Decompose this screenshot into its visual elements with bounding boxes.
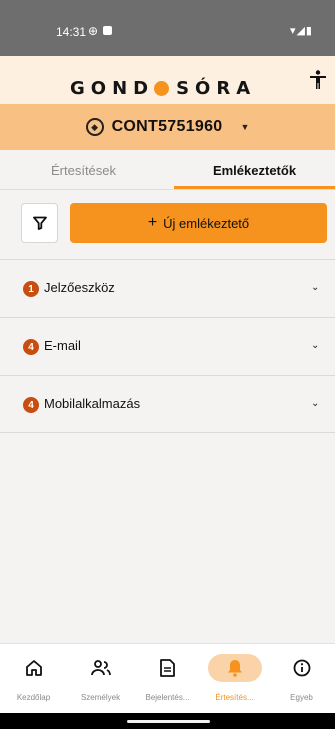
tab-bar: Értesítések Emlékeztetők	[0, 150, 335, 190]
app-logo: GOND SÓRA	[70, 76, 256, 100]
home-icon	[7, 654, 61, 682]
filter-icon	[32, 216, 47, 230]
nav-label: Kezdőlap	[16, 693, 51, 702]
accessibility-icon-svg	[310, 70, 326, 89]
nav-people[interactable]: Személyek	[67, 644, 134, 714]
people-icon	[74, 654, 128, 682]
sim-icon	[103, 26, 112, 35]
filter-button[interactable]	[21, 203, 58, 243]
count-badge: 4	[23, 339, 39, 355]
device-icon: ◆	[85, 118, 104, 136]
nav-label: Személyek	[80, 693, 121, 702]
nav-other[interactable]: Egyeb	[268, 644, 335, 714]
bell-icon	[207, 654, 262, 682]
signal-battery-icons: ▾◢▮	[289, 25, 313, 37]
vpn-icon: ⊕	[88, 24, 99, 38]
section-title: Jelzőeszköz	[44, 280, 115, 295]
status-bar: 14:31 ⊕ ▾◢▮	[0, 0, 335, 56]
chevron-down-icon: ⌄	[311, 282, 320, 293]
count-badge: 4	[23, 397, 39, 413]
count-badge: 1	[23, 281, 39, 297]
logo-dot-icon	[154, 80, 170, 96]
logo-text-right: SÓRA	[176, 77, 257, 99]
nav-label: Bejelentés...	[145, 693, 190, 702]
bottom-navigation: Kezdőlap Személyek Bejelentés... Értesít…	[0, 643, 335, 713]
tab-notifications[interactable]: Értesítések	[0, 150, 167, 190]
active-tab-indicator	[174, 186, 335, 189]
nav-reports[interactable]: Bejelentés...	[134, 644, 201, 714]
section-title: E-mail	[44, 338, 81, 353]
status-time: 14:31	[56, 25, 87, 39]
section-signal-device[interactable]: 1 Jelzőeszköz ⌄	[0, 259, 335, 317]
new-reminder-label: Új emlékeztető	[163, 215, 250, 231]
nav-home[interactable]: Kezdőlap	[0, 644, 67, 714]
new-reminder-button[interactable]: + Új emlékeztető	[70, 203, 327, 243]
caret-down-icon: ▼	[240, 122, 250, 132]
home-gesture-handle[interactable]	[127, 720, 210, 723]
nav-label: Értesítés...	[215, 693, 254, 702]
chevron-down-icon: ⌄	[311, 340, 320, 351]
accessibility-icon[interactable]	[309, 70, 327, 96]
document-icon	[141, 654, 195, 682]
info-icon	[275, 654, 329, 682]
section-mobile-app[interactable]: 4 Mobilalkalmazás ⌄	[0, 375, 335, 433]
nav-label: Egyeb	[290, 693, 313, 702]
section-email[interactable]: 4 E-mail ⌄	[0, 317, 335, 375]
device-id: CONT5751960	[111, 118, 223, 135]
chevron-down-icon: ⌄	[311, 398, 320, 409]
plus-icon: +	[147, 214, 158, 231]
device-selector[interactable]: ◆ CONT5751960 ▼	[0, 104, 335, 150]
tab-reminders[interactable]: Emlékeztetők	[174, 150, 335, 190]
section-title: Mobilalkalmazás	[44, 396, 141, 411]
logo-text-left: GOND	[70, 77, 155, 99]
nav-notifications[interactable]: Értesítés...	[201, 644, 268, 714]
